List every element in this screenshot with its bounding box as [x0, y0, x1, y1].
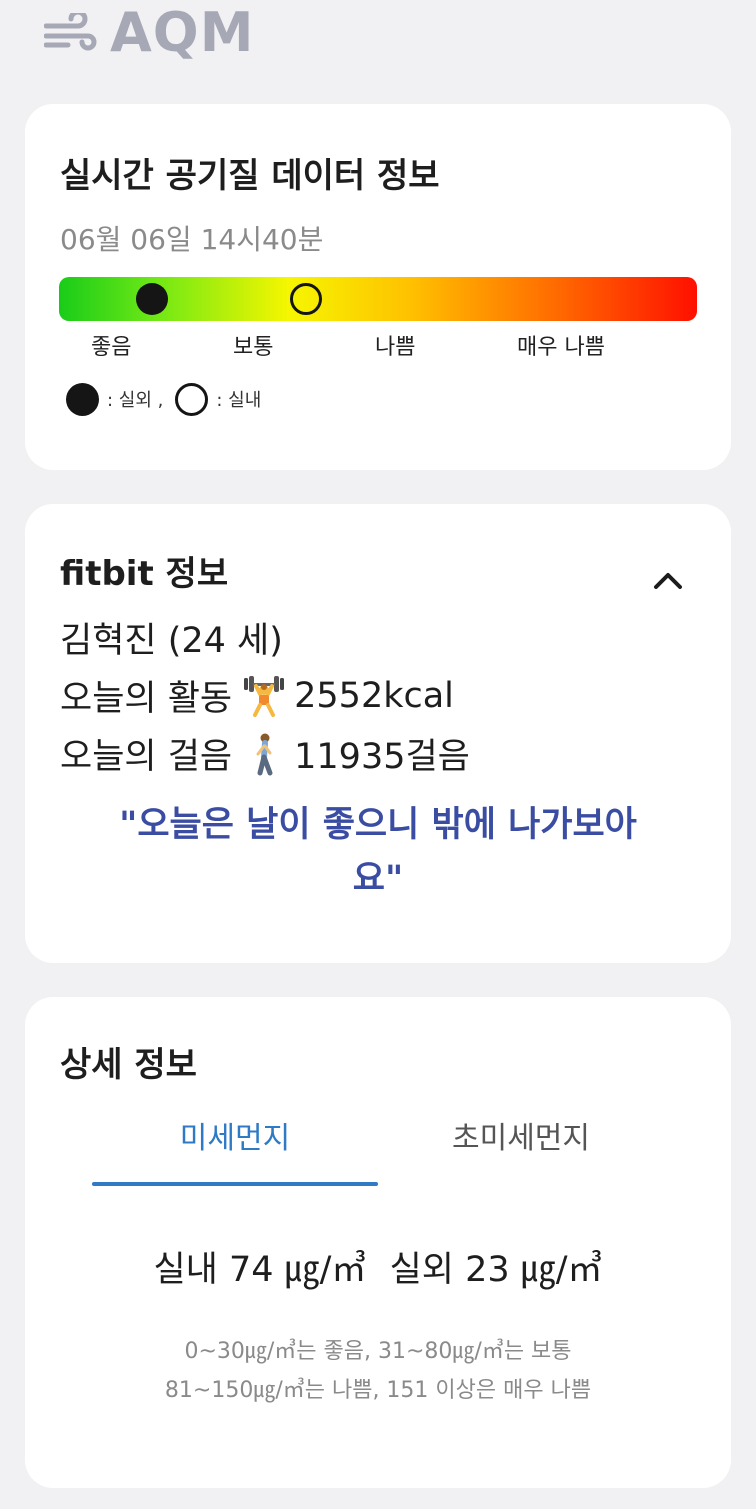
air-quality-gauge — [59, 277, 697, 321]
level-label-moderate: 보통 — [233, 335, 274, 360]
fitbit-activity-row: 오늘의 활동 2552kcal — [60, 670, 454, 721]
scale-info-line2: 81~150㎍/㎥는 나쁨, 151 이상은 매우 나쁨 — [164, 1378, 592, 1403]
activity-value: 2552kcal — [294, 675, 454, 716]
readings-row: 실내 74 ㎍/㎥ 실외 23 ㎍/㎥ — [25, 1241, 731, 1292]
tab-pm25[interactable]: 초미세먼지 — [378, 1113, 664, 1157]
marker-legend: : 실외 , : 실내 — [66, 382, 273, 416]
level-label-bad: 나쁨 — [375, 335, 416, 360]
fitbit-message-line1: "오늘은 날이 좋으니 밖에 나가보아 — [119, 805, 637, 845]
app-root: AQM 실시간 공기질 데이터 정보 06월 06일 14시40분 좋음 보통 … — [0, 0, 756, 1509]
detail-title: 상세 정보 — [60, 1045, 197, 1085]
outdoor-marker — [136, 283, 168, 315]
scale-info-line1: 0~30㎍/㎥는 좋음, 31~80㎍/㎥는 보통 — [184, 1339, 572, 1364]
air-quality-title: 실시간 공기질 데이터 정보 — [60, 156, 440, 196]
wind-icon — [44, 13, 97, 51]
active-tab-indicator — [92, 1182, 378, 1186]
steps-value: 11935걸음 — [294, 737, 470, 777]
app-logo-text: AQM — [110, 1, 255, 64]
air-quality-timestamp: 06월 06일 14시40분 — [60, 223, 324, 256]
fitbit-message-line2: 요" — [352, 859, 404, 899]
weightlifter-icon — [244, 675, 285, 717]
activity-label: 오늘의 활동 — [60, 679, 233, 719]
outdoor-reading: 실외 23 ㎍/㎥ — [389, 1250, 603, 1290]
chevron-up-icon — [654, 573, 682, 589]
level-label-good: 좋음 — [91, 335, 132, 360]
detail-card: 상세 정보 미세먼지 초미세먼지 실내 74 ㎍/㎥ 실외 23 ㎍/㎥ 0~3… — [25, 997, 731, 1488]
outdoor-legend-dot — [66, 382, 99, 416]
walking-person-icon — [256, 733, 273, 775]
app-header: AQM — [44, 0, 254, 66]
fitbit-title: fitbit 정보 — [60, 554, 229, 594]
indoor-legend-label: : 실내 — [216, 390, 262, 411]
fitbit-steps-row: 오늘의 걸음 11935걸음 — [60, 728, 470, 779]
tab-pm10[interactable]: 미세먼지 — [92, 1113, 378, 1157]
indoor-marker — [290, 283, 322, 315]
air-quality-card: 실시간 공기질 데이터 정보 06월 06일 14시40분 좋음 보통 나쁨 매… — [25, 104, 731, 470]
outdoor-legend-label: : 실외 , — [107, 390, 164, 411]
fitbit-message: "오늘은 날이 좋으니 밖에 나가보아 요" — [65, 798, 691, 906]
indoor-reading: 실내 74 ㎍/㎥ — [153, 1250, 367, 1290]
level-label-very-bad: 매우 나쁨 — [517, 335, 605, 360]
fitbit-user: 김혁진 (24 세) — [60, 621, 283, 661]
fitbit-card: fitbit 정보 김혁진 (24 세) 오늘의 활동 2552kcal 오늘의… — [25, 504, 731, 963]
steps-label: 오늘의 걸음 — [60, 737, 233, 777]
collapse-button[interactable] — [649, 566, 687, 594]
indoor-legend-dot — [175, 382, 209, 416]
